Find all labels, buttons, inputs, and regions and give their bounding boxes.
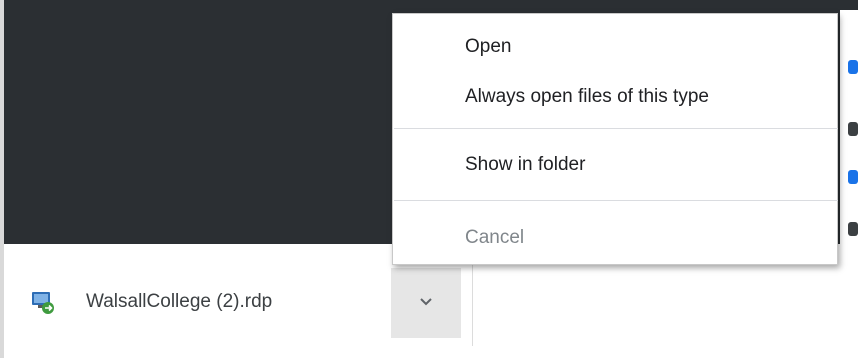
download-options-button[interactable] [391,268,461,338]
download-item[interactable]: WalsallCollege (2).rdp [30,282,272,322]
menu-item-label: Always open files of this type [465,86,709,107]
menu-item-cancel: Cancel [393,220,837,256]
menu-separator [394,200,838,201]
download-context-menu: Open Always open files of this type Show… [392,13,838,265]
shelf-divider [472,262,473,346]
menu-item-show-in-folder[interactable]: Show in folder [393,147,837,183]
partial-glyph [848,122,858,136]
chevron-down-icon [419,294,433,312]
partially-hidden-page-content [840,10,858,244]
partial-glyph [848,170,858,184]
menu-item-always-open[interactable]: Always open files of this type [393,79,837,115]
menu-item-open[interactable]: Open [393,29,837,65]
menu-separator [394,128,838,129]
remote-desktop-file-icon [30,289,56,315]
partial-glyph [848,222,858,236]
menu-item-label: Open [465,36,512,57]
browser-window: WalsallCollege (2).rdp Open Always open … [0,0,858,358]
menu-item-label: Cancel [465,227,525,248]
menu-item-label: Show in folder [465,154,586,175]
download-file-name[interactable]: WalsallCollege (2).rdp [86,291,272,313]
partial-glyph [848,60,858,74]
